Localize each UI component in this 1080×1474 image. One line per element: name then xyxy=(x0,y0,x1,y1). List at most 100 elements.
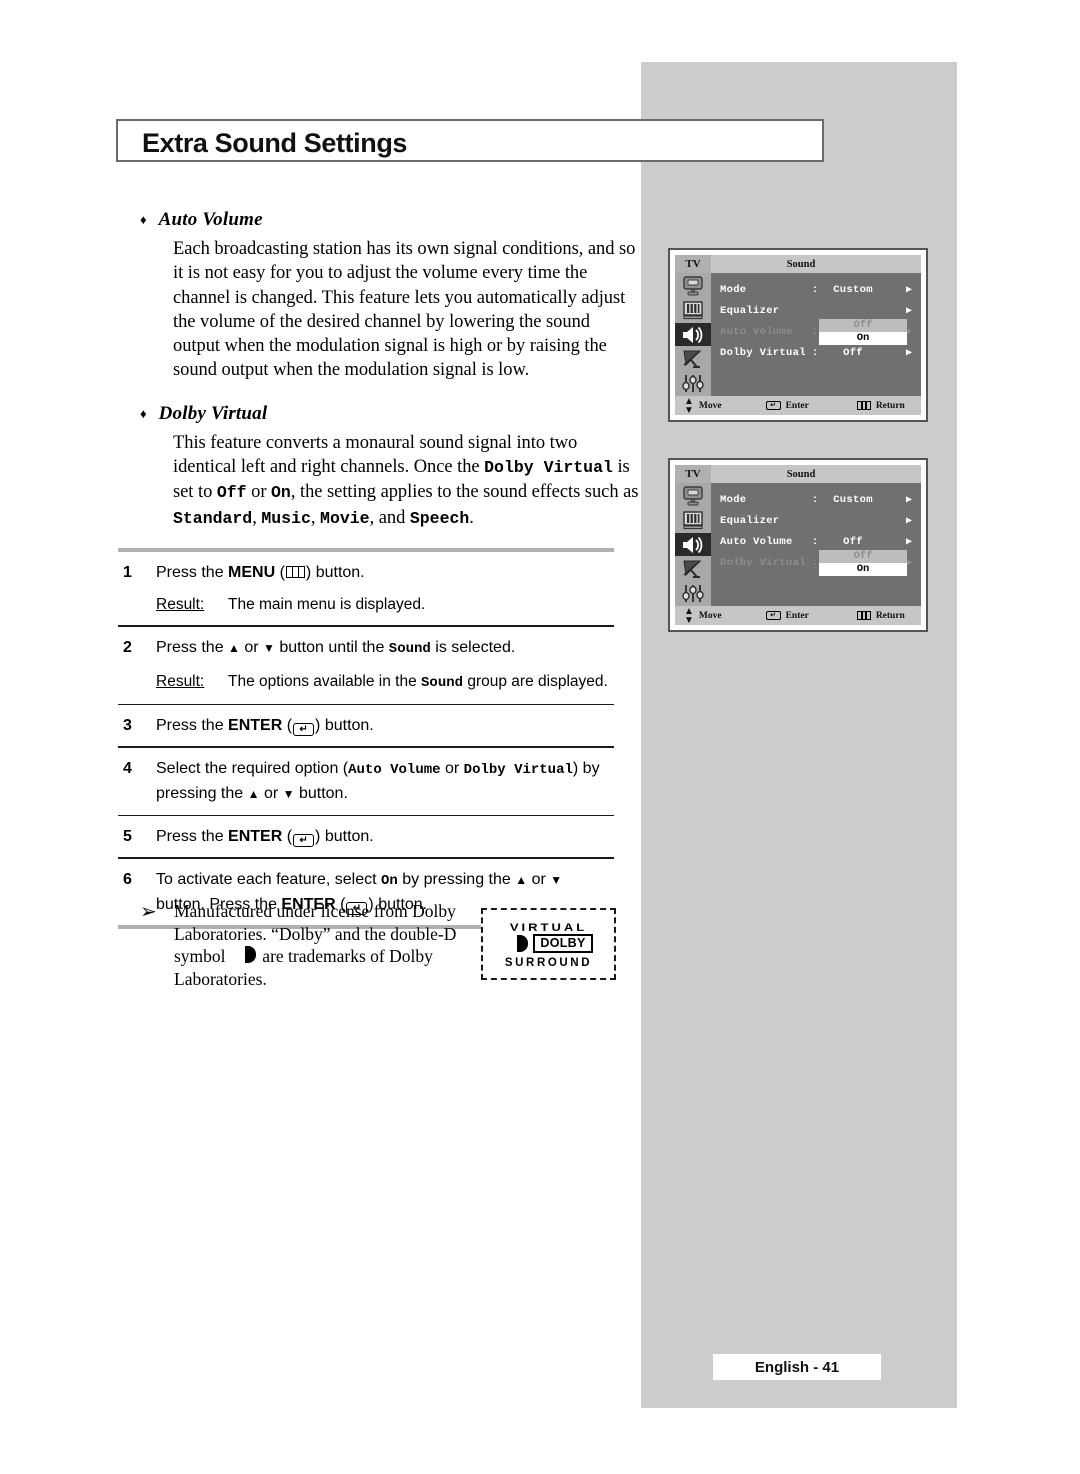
osd-row-label: Dolby Virtual xyxy=(720,556,806,569)
term-auto-volume: Auto Volume xyxy=(348,761,441,778)
osd-tv-label: TV xyxy=(675,255,711,273)
picture-icon[interactable] xyxy=(678,274,708,297)
osd-tv-label: TV xyxy=(675,465,711,483)
dolby-logo-virtual-text: VIRTUAL xyxy=(509,920,588,931)
osd-row-dolby-virtual[interactable]: Dolby Virtual : Off ▶ xyxy=(711,342,921,363)
setup-sliders-icon[interactable] xyxy=(678,582,708,605)
osd-row-mode[interactable]: Mode : Custom ▶ xyxy=(711,279,921,300)
osd-screenshot-auto-volume: TV Sound Mode: Custom ▶ Equalizer ▶ Aut… xyxy=(668,248,928,422)
arrow-up-icon: ▲ xyxy=(515,872,528,887)
chevron-right-icon: ▶ xyxy=(905,536,912,548)
osd-hint-label: Move xyxy=(698,400,722,411)
sound-speaker-icon[interactable] xyxy=(675,322,711,347)
step-number: 3 xyxy=(123,717,132,735)
s3-post: button. xyxy=(320,717,374,735)
dolby-logo-surround-text: SURROUND xyxy=(504,956,593,969)
osd-row-equalizer[interactable]: Equalizer ▶ xyxy=(711,300,921,321)
step-row: 1 Press the MENU () button. Result: The … xyxy=(118,552,614,625)
dropdown-option-off[interactable]: Off xyxy=(819,319,907,332)
menu-key-icon xyxy=(856,611,871,620)
result-label: Result: xyxy=(156,672,205,690)
satellite-dish-icon[interactable] xyxy=(678,557,708,580)
note-line-3-pre: symbol xyxy=(174,946,230,967)
osd-hint-move: ▲ ▼ Move xyxy=(684,396,722,415)
osd-menu-title: Sound xyxy=(786,258,816,270)
osd-menu-title: Sound xyxy=(786,468,816,480)
equalizer-icon[interactable] xyxy=(678,508,708,531)
menu-key-icon xyxy=(856,401,871,410)
osd-hint-return: Return xyxy=(856,401,905,411)
equalizer-icon[interactable] xyxy=(678,298,708,321)
arrow-up-icon: ▲ xyxy=(247,786,260,801)
chevron-right-icon: ▶ xyxy=(905,515,912,527)
dropdown-option-off[interactable]: Off xyxy=(819,550,907,563)
osd-hint-bar: ▲ ▼ Move ↵ Enter Return xyxy=(675,606,921,625)
key-enter-label: ENTER xyxy=(228,828,283,846)
menu-key-icon xyxy=(285,566,305,578)
s4-mid: or xyxy=(440,759,464,777)
step-result: Result: The main menu is displayed. xyxy=(156,593,614,616)
section-heading-dolby-virtual: ♦ Dolby Virtual xyxy=(140,402,640,424)
arrow-down-icon: ▼ xyxy=(263,640,275,655)
note-text: Manufactured under license from Dolby La… xyxy=(174,900,484,990)
s4-pre: Select the required option ( xyxy=(156,759,349,777)
s2-pre: Press the xyxy=(156,638,229,656)
enter-key-icon: ↵ xyxy=(765,401,781,410)
term-music: Music xyxy=(261,508,311,528)
osd-hint-label: Enter xyxy=(785,610,809,621)
result-text: The main menu is displayed. xyxy=(228,596,426,613)
osd-row-mode[interactable]: Mode : Custom ▶ xyxy=(711,489,921,510)
note-line-4: Laboratories. xyxy=(174,968,267,989)
term-off: Off xyxy=(216,483,247,503)
setup-sliders-icon[interactable] xyxy=(678,372,708,395)
osd-row-value: Custom xyxy=(833,493,873,506)
term-on: On xyxy=(271,483,291,503)
step-row: 4 Select the required option (Auto Volum… xyxy=(118,748,614,815)
note-arrow-icon: ➢ xyxy=(140,899,157,923)
s5-post: button. xyxy=(320,828,374,846)
dropdown-option-on[interactable]: On xyxy=(819,563,907,576)
page-title-box: Extra Sound Settings xyxy=(116,119,824,162)
osd-hint-enter: ↵ Enter xyxy=(765,610,809,621)
osd-row-value: Custom xyxy=(833,283,873,296)
step-text: Select the required option (Auto Volume … xyxy=(156,759,600,802)
step-text: Press the MENU () button. Result: The ma… xyxy=(156,561,614,616)
picture-icon[interactable] xyxy=(678,484,708,507)
osd-row-equalizer[interactable]: Equalizer ▶ xyxy=(711,510,921,531)
step-row: 3 Press the ENTER (↵) button. xyxy=(118,705,614,746)
double-d-symbol-icon xyxy=(231,946,256,964)
section-body-dolby-virtual: This feature converts a monaural sound s… xyxy=(173,432,639,528)
satellite-dish-icon[interactable] xyxy=(678,347,708,370)
step-result: Result: The options available in the Sou… xyxy=(156,670,614,695)
section-title-dolby-virtual: Dolby Virtual xyxy=(158,402,268,424)
s3-pre: Press the xyxy=(156,717,229,735)
arrow-down-icon: ▼ xyxy=(550,872,563,887)
osd-dropdown-dolby-virtual[interactable]: Off On xyxy=(819,550,907,576)
step-text: Press the ▲ or ▼ button until the Sound … xyxy=(156,636,614,695)
dolby-virtual-surround-logo: VIRTUAL DOLBY SURROUND xyxy=(481,908,616,980)
osd-row-colon: : xyxy=(811,283,819,296)
sound-speaker-icon[interactable] xyxy=(675,532,711,557)
osd-row-value: Off xyxy=(843,535,863,548)
term-movie: Movie xyxy=(320,508,370,528)
osd-hint-return: Return xyxy=(856,611,905,621)
osd-row-colon: : xyxy=(811,346,819,359)
step-number: 4 xyxy=(123,759,132,777)
content-column: ♦ Auto Volume Each broadcasting station … xyxy=(140,210,640,531)
osd-row-colon: : xyxy=(811,535,819,548)
key-menu-label: MENU xyxy=(228,564,276,581)
step-number: 2 xyxy=(123,638,132,656)
dv-text-3: or xyxy=(246,482,272,503)
term-sound: Sound xyxy=(421,674,464,691)
step-row: 2 Press the ▲ or ▼ button until the Soun… xyxy=(118,627,614,704)
osd-hint-label: Enter xyxy=(785,400,809,411)
osd-hint-label: Move xyxy=(698,610,722,621)
osd-dropdown-auto-volume[interactable]: Off On xyxy=(819,319,907,345)
double-d-symbol-icon xyxy=(504,934,529,952)
step-number: 1 xyxy=(123,564,132,581)
enter-key-icon: ↵ xyxy=(293,834,315,848)
dropdown-option-on[interactable]: On xyxy=(819,332,907,345)
term-standard: Standard xyxy=(173,508,253,528)
osd-row-auto-volume[interactable]: Auto Volume : Off ▶ xyxy=(711,531,921,552)
s6-pre: To activate each feature, select xyxy=(156,870,382,888)
